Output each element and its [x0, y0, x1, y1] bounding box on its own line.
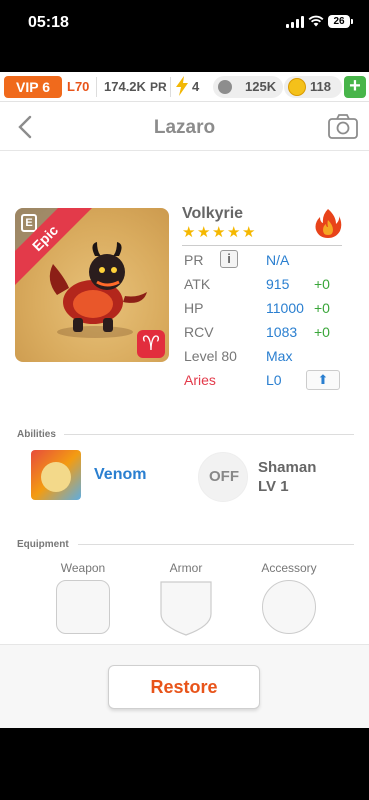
secondary-ability-name[interactable]: Shaman LV 1: [258, 458, 316, 496]
star-icon: ★: [197, 224, 211, 241]
paw-value: 125K: [245, 79, 277, 94]
stat-value: 915: [266, 276, 290, 292]
power-suffix: PR: [150, 80, 167, 94]
stat-row-level: Level 80 Max: [182, 348, 352, 368]
stat-value: 1083: [266, 324, 298, 340]
weapon-label: Weapon: [60, 561, 106, 575]
stat-value: 11000: [266, 300, 304, 316]
stat-delta: +0: [314, 300, 330, 316]
venom-ability-icon[interactable]: [31, 450, 81, 500]
status-bar: 05:18 26: [0, 0, 369, 44]
vip-badge[interactable]: VIP 6: [4, 76, 62, 98]
stat-label: HP: [184, 300, 204, 316]
stat-value: N/A: [266, 252, 290, 268]
upgrade-sign-button[interactable]: ⬆: [306, 370, 340, 390]
add-coins-button[interactable]: +: [344, 76, 366, 98]
stat-label: PR: [184, 252, 204, 268]
stat-row-hp: HP 11000 +0: [182, 300, 352, 320]
skull-icon: [41, 462, 71, 492]
status-time: 05:18: [28, 14, 69, 31]
monster-name: Volkyrie: [182, 205, 244, 222]
stat-row-sign: Aries L0 ⬆: [182, 370, 352, 392]
fire-element-icon: [315, 209, 342, 238]
section-line: [78, 544, 354, 545]
info-icon[interactable]: i: [220, 250, 238, 268]
ability-name[interactable]: Venom: [94, 466, 146, 484]
restore-button[interactable]: Restore: [108, 665, 260, 709]
battery-icon: 26: [328, 15, 353, 28]
stat-row-rcv: RCV 1083 +0: [182, 324, 352, 344]
divider: [170, 77, 171, 97]
equipment-title: Equipment: [17, 539, 69, 550]
rarity-badge-icon: E: [21, 214, 37, 232]
aries-sign-icon: ♈: [137, 330, 165, 358]
stat-delta: +0: [314, 324, 330, 340]
stat-delta: +0: [314, 276, 330, 292]
footer-bar: Restore: [0, 644, 369, 728]
app-screen: VIP 6 L70 174.2K PR 4 125K 118 + Lazaro: [0, 72, 369, 728]
armor-label: Armor: [169, 561, 203, 575]
stat-row-atk: ATK 915 +0: [182, 276, 352, 296]
ability-status: OFF: [209, 468, 239, 485]
section-line: [64, 434, 354, 435]
energy-bolt-icon: [176, 76, 188, 96]
star-icon: ★: [182, 224, 196, 241]
player-level: L70: [67, 79, 90, 94]
page-header: Lazaro: [0, 103, 369, 151]
shaman-ability-icon[interactable]: OFF: [198, 452, 248, 502]
paw-icon: [218, 80, 232, 94]
star-rating: ★ ★ ★ ★ ★: [182, 224, 257, 240]
info-divider: [182, 245, 342, 246]
stat-label: RCV: [184, 324, 214, 340]
resource-bar: VIP 6 L70 174.2K PR 4 125K 118 +: [0, 72, 369, 102]
monster-portrait[interactable]: E Epic ♈: [15, 208, 169, 362]
page-title: Lazaro: [153, 117, 216, 138]
camera-icon[interactable]: [328, 114, 358, 140]
accessory-slot[interactable]: [262, 580, 316, 634]
coin-value: 118: [310, 79, 331, 94]
wifi-icon: [308, 15, 324, 27]
coin-icon: [288, 78, 306, 96]
armor-slot[interactable]: [159, 580, 213, 636]
energy-value: 4: [192, 79, 200, 94]
stat-value: Max: [266, 348, 293, 364]
stat-row-pr: PR i N/A: [182, 250, 352, 272]
power-value: 174.2K: [104, 79, 146, 94]
abilities-title: Abilities: [17, 429, 56, 440]
stat-label: ATK: [184, 276, 211, 292]
cellular-signal-icon: [286, 16, 304, 28]
ability-name-line1: Shaman: [258, 459, 317, 476]
sign-label: Aries: [184, 372, 216, 388]
star-icon: ★: [227, 224, 241, 241]
sign-level: L0: [266, 372, 282, 388]
weapon-slot[interactable]: [56, 580, 110, 634]
accessory-label: Accessory: [261, 561, 317, 575]
stat-label: Level 80: [184, 348, 237, 364]
star-icon: ★: [242, 224, 256, 241]
star-icon: ★: [212, 224, 226, 241]
divider: [96, 77, 97, 97]
ability-level: LV 1: [258, 478, 289, 495]
